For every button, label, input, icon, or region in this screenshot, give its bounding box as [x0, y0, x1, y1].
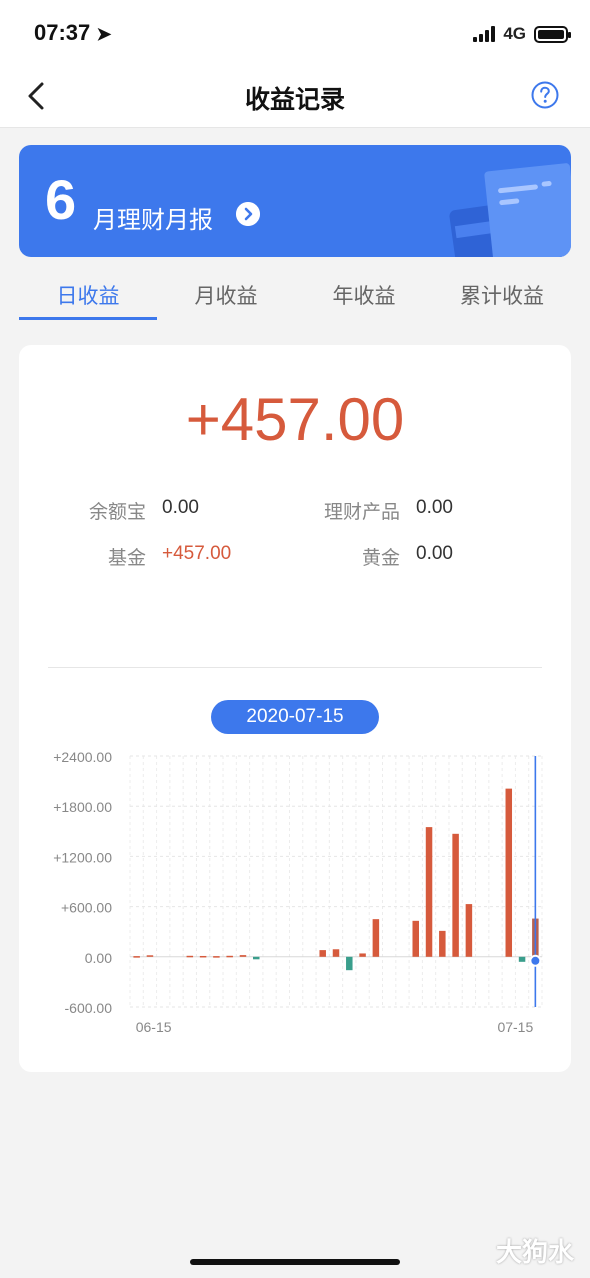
chart-bar: [346, 956, 353, 971]
divider: [48, 667, 542, 668]
chart-bar: [253, 956, 260, 960]
help-icon[interactable]: [530, 80, 560, 110]
status-indicators: 4G: [473, 24, 571, 44]
chevron-right-icon: [236, 202, 260, 226]
chart-bar: [465, 904, 473, 957]
breakdown-label-wealth: 理财产品: [323, 501, 400, 523]
total-earnings: +457.00: [185, 386, 405, 453]
breakdown-value-gold: 0.00: [416, 543, 453, 564]
chart-bar: [146, 955, 154, 957]
breakdown-value-wealth: 0.00: [416, 497, 453, 518]
x-tick-label: 07-15: [497, 1019, 533, 1035]
banner-text: 月理财月报: [93, 206, 213, 234]
signal-icon: [473, 26, 496, 42]
tab-daily[interactable]: 日收益: [19, 280, 157, 310]
breakdown-label-fund: 基金: [107, 547, 146, 569]
location-arrow-icon: ➤: [96, 24, 112, 44]
y-tick-label: -600.00: [65, 1000, 113, 1016]
report-illustration-icon: [449, 163, 571, 257]
battery-icon: [534, 25, 571, 43]
banner-month: 6: [45, 168, 77, 231]
y-tick-label: +1200.00: [53, 849, 112, 865]
chart-bar: [226, 955, 233, 958]
nav-bar: 收益记录: [0, 68, 590, 128]
y-tick-label: +1800.00: [53, 799, 112, 815]
chart-bar: [439, 930, 446, 957]
y-tick-label: +2400.00: [53, 749, 112, 765]
status-time: 07:37 ➤: [34, 20, 112, 45]
tab-monthly[interactable]: 月收益: [157, 280, 295, 310]
selected-date-badge: 2020-07-15: [211, 700, 379, 734]
page-title: 收益记录: [244, 85, 345, 114]
chart-bar: [199, 955, 207, 958]
chart-bar: [425, 827, 433, 957]
chart-bar: [186, 955, 194, 958]
breakdown-value-fund: +457.00: [162, 543, 232, 564]
tab-cumulative[interactable]: 累计收益: [433, 280, 571, 310]
home-indicator: [190, 1259, 400, 1265]
chart-bar: [412, 920, 419, 957]
breakdown-label-yuebao: 余额宝: [88, 501, 146, 523]
breakdown-label-gold: 黄金: [361, 547, 400, 569]
x-tick-label: 06-15: [136, 1019, 172, 1035]
breakdown-value-yuebao: 0.00: [162, 497, 199, 518]
chart-bar: [319, 950, 326, 957]
chart-bar: [359, 953, 366, 957]
daily-earnings-chart[interactable]: +2400.00 +1800.00 +1200.00 +600.00 0.00 -600.…: [0, 740, 590, 1050]
chart-bar: [133, 956, 140, 958]
chart-bar: [213, 956, 220, 958]
y-tick-label: +600.00: [61, 900, 112, 916]
earnings-tabs: 日收益 月收益 年收益 累计收益: [0, 270, 590, 322]
y-tick-label: 0.00: [85, 950, 112, 966]
chart-bar: [452, 833, 459, 957]
selection-dot: [529, 954, 542, 967]
active-tab-indicator: [19, 317, 157, 320]
chart-bar: [239, 955, 247, 957]
watermark: 大狗水: [495, 1238, 574, 1268]
status-bar: 07:37 ➤ 4G: [0, 0, 590, 68]
tab-yearly[interactable]: 年收益: [295, 280, 433, 310]
chart-bar: [372, 919, 380, 957]
chart-bar: [505, 788, 513, 957]
monthly-report-banner[interactable]: 6 月理财月报: [19, 145, 571, 257]
chart-bar: [332, 949, 340, 957]
chart-bar: [518, 956, 526, 962]
network-type: 4G: [503, 24, 526, 43]
